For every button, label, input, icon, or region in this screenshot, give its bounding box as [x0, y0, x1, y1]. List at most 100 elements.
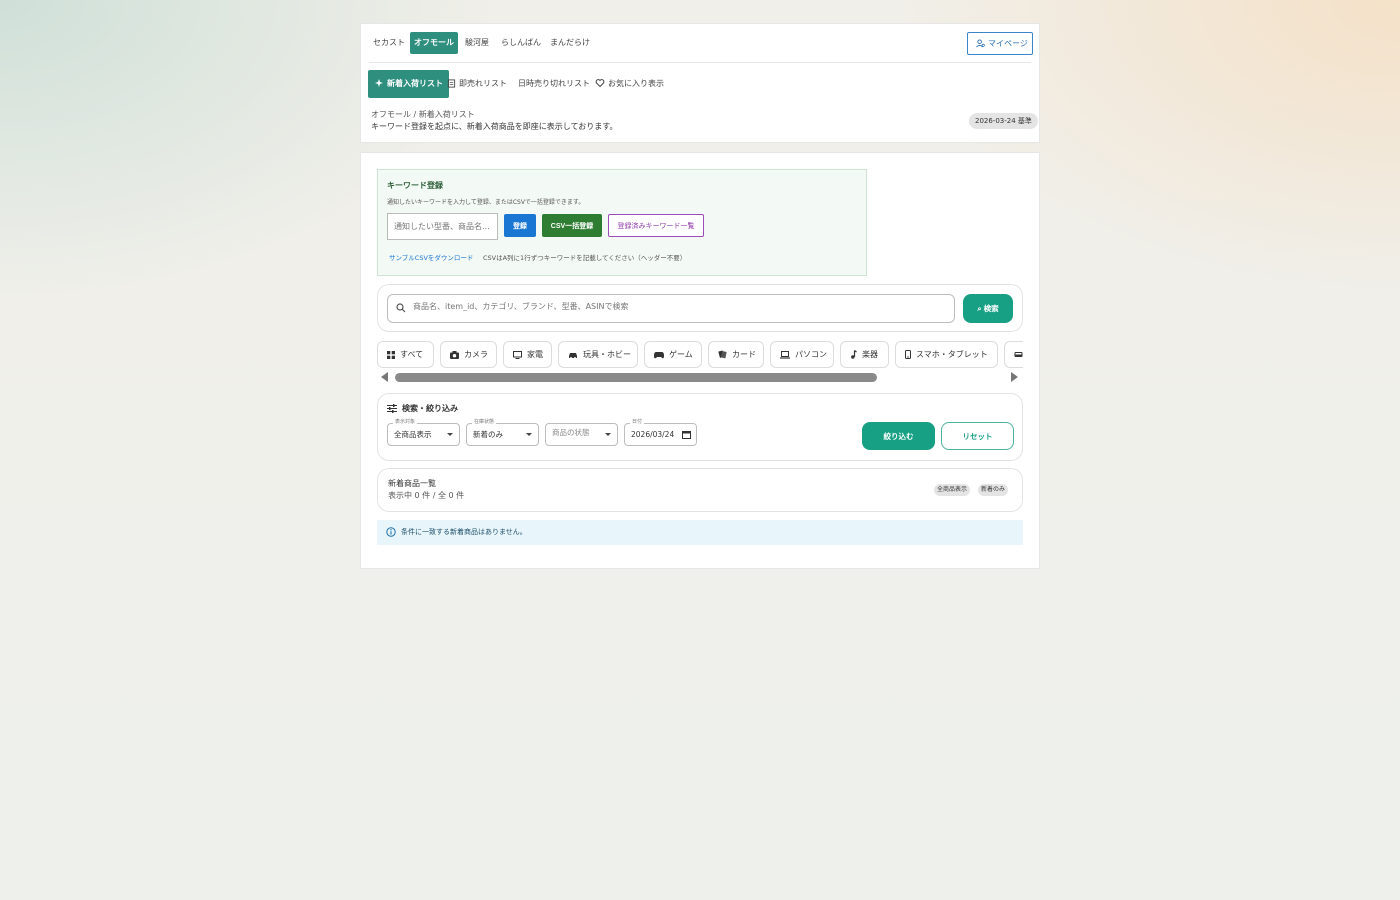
heart-icon	[595, 79, 605, 88]
search-button-label: 検索	[983, 304, 999, 313]
keyword-register-button[interactable]: 登録	[504, 214, 536, 237]
tab-sekasuto[interactable]: セカスト	[369, 32, 409, 54]
header-card: セカスト オフモール 駿河屋 らしんばん まんだらけ マイページ 新着入荷リスト…	[360, 23, 1040, 143]
select-label: 表示対象	[393, 418, 418, 426]
chevron-down-icon	[526, 433, 532, 436]
search-input[interactable]	[413, 302, 913, 311]
category-toys-hobby[interactable]: 玩具・ホビー	[558, 341, 638, 368]
tab-offmall[interactable]: オフモール	[410, 32, 458, 54]
keyword-input[interactable]	[387, 213, 498, 240]
filter-title: 検索・絞り込み	[402, 404, 458, 413]
filter-section: 検索・絞り込み 表示対象 全商品表示 在庫状態 新着のみ 商品の状態 日付 20…	[377, 393, 1023, 461]
select-value: 新着のみ	[473, 430, 503, 439]
category-appliances[interactable]: 家電	[503, 341, 552, 368]
category-instruments[interactable]: 楽器	[840, 341, 889, 368]
user-icon	[976, 39, 985, 48]
keyword-help: 通知したいキーワードを入力して登録、またはCSVで一括登録できます。	[387, 199, 585, 206]
date-value: 2026/03/24	[631, 430, 675, 439]
camera-icon	[450, 351, 459, 359]
category-next[interactable]	[1004, 341, 1023, 368]
subtab-label: お気に入り表示	[608, 79, 664, 88]
grid-icon	[387, 351, 395, 359]
category-scrollbar[interactable]	[395, 373, 877, 382]
calendar-icon[interactable]	[682, 430, 691, 439]
music-note-icon	[851, 350, 857, 359]
chevron-down-icon	[447, 433, 453, 436]
apply-filter-button[interactable]: 絞り込む	[862, 422, 935, 450]
subtab-favorites[interactable]: お気に入り表示	[595, 70, 664, 98]
category-label: すべて	[400, 350, 424, 359]
display-target-select[interactable]: 表示対象 全商品表示	[387, 418, 460, 446]
list-title: 新着商品一覧	[388, 479, 436, 488]
condition-select[interactable]: 商品の状態	[545, 423, 618, 446]
info-icon	[386, 527, 396, 537]
main-card: キーワード登録 通知したいキーワードを入力して登録、またはCSVで一括登録できま…	[360, 152, 1040, 569]
category-cards[interactable]: カード	[708, 341, 764, 368]
category-row: すべて カメラ 家電 玩具・ホビー ゲーム カード パソコン 楽器 スマホ・タブ…	[377, 341, 1023, 371]
category-label: 家電	[527, 350, 543, 359]
chevron-down-icon	[605, 433, 611, 436]
select-label: 日付	[630, 418, 645, 426]
category-camera[interactable]: カメラ	[440, 341, 497, 368]
category-label: カメラ	[464, 350, 488, 359]
search-icon	[396, 303, 406, 313]
csv-note: CSVはA列に1行ずつキーワードを記載してください（ヘッダー不要）	[483, 254, 687, 262]
stock-status-select[interactable]: 在庫状態 新着のみ	[466, 418, 539, 446]
category-smartphone-tablet[interactable]: スマホ・タブレット	[895, 341, 998, 368]
select-value: 全商品表示	[394, 430, 432, 439]
category-label: パソコン	[795, 350, 827, 359]
car-icon	[1014, 352, 1023, 357]
sparkle-icon	[375, 79, 383, 87]
date-input[interactable]: 日付 2026/03/24	[624, 418, 697, 446]
tab-surugaya[interactable]: 駿河屋	[461, 32, 493, 54]
list-header: 新着商品一覧 表示中 0 件 / 全 0 件 全商品表示 新着のみ	[377, 468, 1023, 512]
subtab-new-arrivals[interactable]: 新着入荷リスト	[368, 70, 449, 98]
search-section: ⌕ 検索	[377, 284, 1023, 332]
breadcrumb: オフモール / 新着入荷リスト	[371, 110, 475, 119]
mypage-label: マイページ	[988, 39, 1028, 48]
cards-icon	[718, 350, 727, 359]
search-button[interactable]: ⌕ 検索	[963, 294, 1013, 323]
laptop-icon	[780, 351, 790, 359]
subtab-label: 即売れリスト	[459, 79, 507, 88]
sample-csv-link[interactable]: サンプルCSVをダウンロード	[389, 252, 473, 262]
info-message: 条件に一致する新着商品はありません。	[377, 520, 1023, 545]
subtab-quick-sold[interactable]: 即売れリスト	[447, 70, 507, 98]
category-label: ゲーム	[669, 350, 693, 359]
tab-mandarake[interactable]: まんだらけ	[546, 32, 594, 54]
scroll-left-arrow[interactable]	[381, 372, 388, 382]
smartphone-icon	[905, 350, 911, 359]
keyword-panel: キーワード登録 通知したいキーワードを入力して登録、またはCSVで一括登録できま…	[377, 169, 867, 276]
category-games[interactable]: ゲーム	[644, 341, 702, 368]
list-count: 表示中 0 件 / 全 0 件	[388, 491, 465, 500]
date-badge: 2026-03-24 基準	[969, 113, 1038, 129]
search-field[interactable]	[387, 294, 955, 323]
monitor-icon	[513, 351, 522, 359]
category-label: 玩具・ホビー	[583, 350, 631, 359]
mypage-button[interactable]: マイページ	[967, 32, 1033, 55]
toy-car-icon	[569, 353, 577, 359]
info-text: 条件に一致する新着商品はありません。	[401, 528, 527, 536]
receipt-icon	[447, 79, 456, 88]
category-label: スマホ・タブレット	[916, 350, 988, 359]
csv-upload-button[interactable]: CSV一括登録	[542, 214, 602, 237]
category-label: カード	[732, 350, 756, 359]
keyword-title: キーワード登録	[387, 181, 443, 190]
tab-rashinban[interactable]: らしんばん	[497, 32, 545, 54]
select-placeholder: 商品の状態	[552, 428, 590, 437]
gamepad-icon	[654, 352, 664, 359]
divider	[369, 62, 1031, 63]
category-label: 楽器	[862, 350, 878, 359]
select-label: 在庫状態	[472, 418, 497, 426]
sliders-icon	[387, 404, 397, 413]
category-pc[interactable]: パソコン	[770, 341, 834, 368]
page-description: キーワード登録を起点に、新着入荷商品を即座に表示しております。	[371, 122, 618, 131]
category-all[interactable]: すべて	[377, 341, 434, 368]
filter-chip-stock: 新着のみ	[978, 484, 1009, 496]
filter-chip-display: 全商品表示	[934, 484, 971, 496]
subtab-label: 新着入荷リスト	[387, 79, 443, 88]
registered-keywords-button[interactable]: 登録済みキーワード一覧	[608, 214, 704, 237]
reset-button[interactable]: リセット	[941, 422, 1014, 450]
scroll-right-arrow[interactable]	[1011, 372, 1018, 382]
subtab-daily-soldout[interactable]: 日時売り切れリスト	[518, 70, 590, 98]
